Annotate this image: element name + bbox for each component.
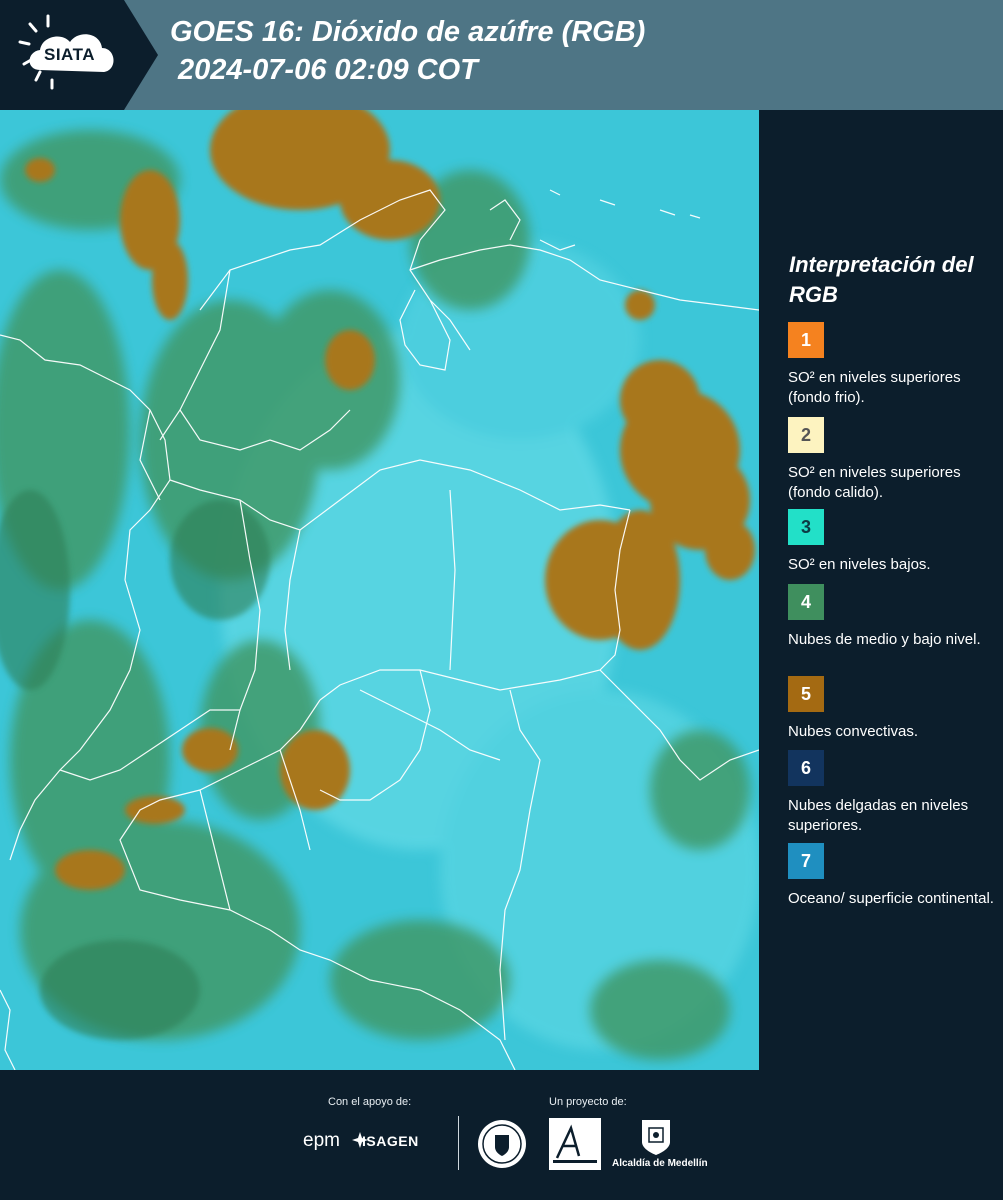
legend-title: Interpretación del RGB <box>789 252 974 307</box>
legend-swatch-7: 7 <box>788 843 824 879</box>
siata-logo[interactable]: SIATA <box>0 0 158 110</box>
legend-item-5: 5 Nubes convectivas. <box>788 676 998 742</box>
legend-item-6: 6 Nubes delgadas en niveles superiores. <box>788 750 998 836</box>
legend-label-3: SO² en niveles bajos. <box>788 556 931 573</box>
area-metropolitana-logo-icon[interactable] <box>549 1118 601 1170</box>
legend-label-4: Nubes de medio y bajo nivel. <box>788 631 981 648</box>
legend-swatch-3: 3 <box>788 509 824 545</box>
alcaldia-shield-icon[interactable] <box>640 1118 672 1156</box>
legend-item-2: 2 SO² en niveles superiores (fondo calid… <box>788 417 998 503</box>
legend-label-2: SO² en niveles superiores (fondo calido)… <box>788 464 961 501</box>
alcaldia-label: Alcaldía de Medellín <box>612 1158 708 1169</box>
footer-divider <box>458 1116 459 1170</box>
footer: Con el apoyo de: Un proyecto de: epm ISA… <box>0 1070 1003 1200</box>
medellin-seal-icon[interactable] <box>477 1119 527 1169</box>
legend-swatch-2: 2 <box>788 417 824 453</box>
legend-item-4: 4 Nubes de medio y bajo nivel. <box>788 584 998 650</box>
legend-label-5: Nubes convectivas. <box>788 723 919 740</box>
legend-swatch-1: 1 <box>788 322 824 358</box>
epm-logo[interactable]: epm <box>303 1130 340 1152</box>
siata-logo-text: SIATA <box>44 45 95 64</box>
timestamp: 2024-07-06 02:09 COT <box>178 54 478 86</box>
support-label: Con el apoyo de: <box>328 1096 412 1108</box>
legend-label-6: Nubes delgadas en niveles superiores. <box>788 797 969 834</box>
satellite-image <box>0 110 759 1070</box>
page-title: GOES 16: Dióxido de azúfre (RGB) <box>170 16 646 48</box>
legend-swatch-5: 5 <box>788 676 824 712</box>
legend-item-3: 3 SO² en niveles bajos. <box>788 509 998 575</box>
isagen-logo[interactable]: ISAGEN <box>362 1133 419 1149</box>
satellite-map[interactable] <box>0 110 759 1070</box>
legend-item-7: 7 Oceano/ superficie continental. <box>788 843 998 909</box>
legend-item-1: 1 SO² en niveles superiores (fondo frio)… <box>788 322 998 408</box>
legend-label-1: SO² en niveles superiores (fondo frio). <box>788 369 961 406</box>
legend-swatch-6: 6 <box>788 750 824 786</box>
legend-label-7: Oceano/ superficie continental. <box>788 890 994 907</box>
legend-swatch-4: 4 <box>788 584 824 620</box>
header-bar: SIATA GOES 16: Dióxido de azúfre (RGB) 2… <box>0 0 1003 110</box>
project-label: Un proyecto de: <box>549 1096 627 1108</box>
legend-panel: Interpretación del RGB 1 SO² en niveles … <box>759 110 1003 1070</box>
